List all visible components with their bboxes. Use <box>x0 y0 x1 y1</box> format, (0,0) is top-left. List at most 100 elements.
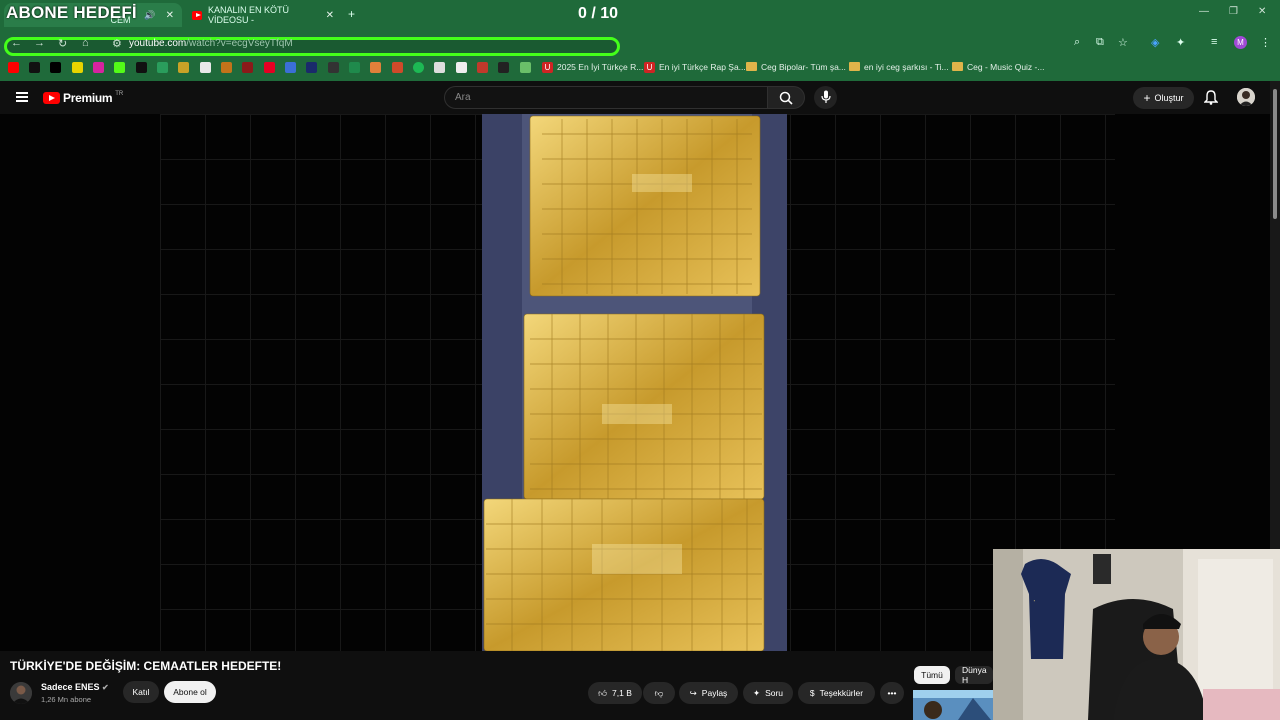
tiktok-bookmark-icon[interactable] <box>29 62 40 73</box>
bookmark-icon[interactable] <box>136 62 147 73</box>
chip-all-label: Tümü <box>921 670 943 680</box>
logo-text: Premium <box>63 91 113 105</box>
bookmark-icon[interactable] <box>285 62 296 73</box>
minimize-icon[interactable]: — <box>1199 6 1209 17</box>
hamburger-menu-icon[interactable] <box>16 92 28 102</box>
search-icon <box>779 91 793 105</box>
subscriber-count: 1,26 Mn abone <box>41 695 92 704</box>
bookmark-label: Ceg Bipolar- Tüm şa... <box>761 62 846 72</box>
spotify-bookmark-icon[interactable] <box>413 62 424 73</box>
region-code: TR <box>115 91 124 97</box>
user-avatar[interactable] <box>1237 88 1255 106</box>
extension-icon[interactable]: ◈ <box>1151 36 1159 49</box>
bookmark-icon[interactable] <box>157 62 168 73</box>
zoom-icon[interactable]: ⌕ <box>1074 36 1080 49</box>
video-title: TÜRKİYE'DE DEĞİŞİM: CEMAATLER HEDEFTE! <box>10 659 282 673</box>
home-icon[interactable]: ⌂ <box>82 37 89 49</box>
x-bookmark-icon[interactable] <box>50 62 61 73</box>
thanks-label: Teşekkürler <box>819 688 864 698</box>
back-icon[interactable]: ← <box>11 37 22 49</box>
microphone-icon <box>821 90 831 103</box>
thanks-button[interactable]: $ Teşekkürler <box>798 682 875 704</box>
close-tab-icon[interactable]: ✕ <box>166 10 174 21</box>
channel-name-text: Sadece ENES <box>41 682 100 692</box>
scrollbar-thumb[interactable] <box>1273 89 1277 219</box>
share-icon: ↪ <box>689 687 697 698</box>
ask-label: Soru <box>765 688 784 698</box>
bookmark-icon[interactable] <box>520 62 531 73</box>
profile-avatar[interactable]: M <box>1234 36 1247 49</box>
u-favicon-icon: U <box>644 62 655 73</box>
bookmark-star-icon[interactable]: ☆ <box>1118 36 1128 49</box>
video-frame[interactable] <box>482 114 787 651</box>
kick-bookmark-icon[interactable] <box>114 62 125 73</box>
svg-text:ᐧ: ᐧ <box>1033 596 1035 606</box>
address-bar[interactable] <box>4 37 620 56</box>
menu-dots-icon[interactable]: ⋮ <box>1260 36 1271 49</box>
extensions-puzzle-icon[interactable]: ✦ <box>1176 36 1185 49</box>
bookmark-icon[interactable] <box>349 62 360 73</box>
reload-icon[interactable]: ↻ <box>58 37 67 50</box>
instagram-bookmark-icon[interactable] <box>93 62 104 73</box>
channel-avatar-icon <box>10 682 32 704</box>
like-button[interactable]: 👍︎ 7,1 B <box>588 682 642 704</box>
install-icon[interactable]: ⧉ <box>1096 36 1104 49</box>
sparkle-icon: ✦ <box>752 687 761 698</box>
media-control-icon[interactable]: ≡ <box>1211 36 1217 48</box>
bookmark-icon[interactable] <box>392 62 403 73</box>
bookmark-item-3[interactable]: Ceg Bipolar- Tüm şa... <box>746 62 846 72</box>
ask-button[interactable]: ✦ Soru <box>743 682 793 704</box>
bookmark-item-4[interactable]: en iyi ceg şarkısı - Ti... <box>849 62 949 72</box>
url-path: /watch?v=ecgVseyTfqM <box>186 38 293 49</box>
bookmark-icon[interactable] <box>178 62 189 73</box>
chip-world-label: Dünya H <box>962 666 987 684</box>
tab-second[interactable]: KANALIN EN KÖTÜ VİDEOSU - ✕ <box>184 3 342 27</box>
bookmark-icon[interactable] <box>434 62 445 73</box>
create-button[interactable]: + Oluştur <box>1133 87 1194 109</box>
more-actions-button[interactable]: ••• <box>880 682 904 704</box>
bookmark-icon[interactable] <box>328 62 339 73</box>
maximize-icon[interactable]: ❐ <box>1229 6 1238 17</box>
subscriber-goal-count: 0 / 10 <box>578 5 619 22</box>
chip-all[interactable]: Tümü <box>914 666 950 684</box>
thumbs-up-icon: 👍︎ <box>598 687 608 698</box>
tab-second-label: KANALIN EN KÖTÜ VİDEOSU - <box>207 5 289 25</box>
site-info-icon[interactable]: ⚙ <box>112 37 122 50</box>
gmail-bookmark-icon[interactable] <box>200 62 211 73</box>
more-dots-icon: ••• <box>887 688 897 698</box>
forward-icon[interactable]: → <box>34 37 45 49</box>
bookmark-icon[interactable] <box>221 62 232 73</box>
channel-avatar[interactable] <box>10 682 32 704</box>
user-avatar-icon <box>1237 88 1255 106</box>
bookmark-icon[interactable] <box>477 62 488 73</box>
join-button[interactable]: Katıl <box>123 681 159 703</box>
voice-search-button[interactable] <box>814 86 837 109</box>
youtube-logo[interactable]: Premium TR <box>43 91 123 105</box>
bookmark-icon[interactable] <box>370 62 381 73</box>
bookmark-icon[interactable] <box>306 62 317 73</box>
close-window-icon[interactable]: ✕ <box>1258 6 1266 17</box>
share-button[interactable]: ↪ Paylaş <box>679 682 738 704</box>
dislike-button[interactable]: 👎︎ <box>643 682 675 704</box>
notifications-bell-icon[interactable] <box>1204 90 1218 105</box>
bookmark-icon[interactable] <box>456 62 467 73</box>
bookmark-item-1[interactable]: U 2025 En İyi Türkçe R... <box>542 62 643 73</box>
folder-icon <box>849 62 860 71</box>
close-tab-icon[interactable]: ✕ <box>326 10 334 21</box>
channel-name[interactable]: Sadece ENES ✔ <box>41 682 109 692</box>
search-button[interactable] <box>767 86 805 109</box>
bookmark-item-5[interactable]: Ceg - Music Quiz -... <box>952 62 1044 72</box>
chip-world[interactable]: Dünya H <box>955 666 993 684</box>
bookmark-item-2[interactable]: U En iyi Türkçe Rap Şa... <box>644 62 746 73</box>
search-input[interactable] <box>444 86 768 109</box>
new-tab-icon[interactable]: + <box>348 7 355 21</box>
related-video-thumbnail[interactable] <box>913 690 993 720</box>
folder-icon <box>952 62 963 71</box>
bookmark-icon[interactable] <box>242 62 253 73</box>
s-bookmark-icon[interactable] <box>72 62 83 73</box>
youtube-bookmark-icon[interactable] <box>8 62 19 73</box>
bookmark-icon[interactable] <box>498 62 509 73</box>
speaker-icon[interactable]: 🔊 <box>144 10 155 21</box>
pinterest-bookmark-icon[interactable] <box>264 62 275 73</box>
subscribe-button[interactable]: Abone ol <box>164 681 216 703</box>
